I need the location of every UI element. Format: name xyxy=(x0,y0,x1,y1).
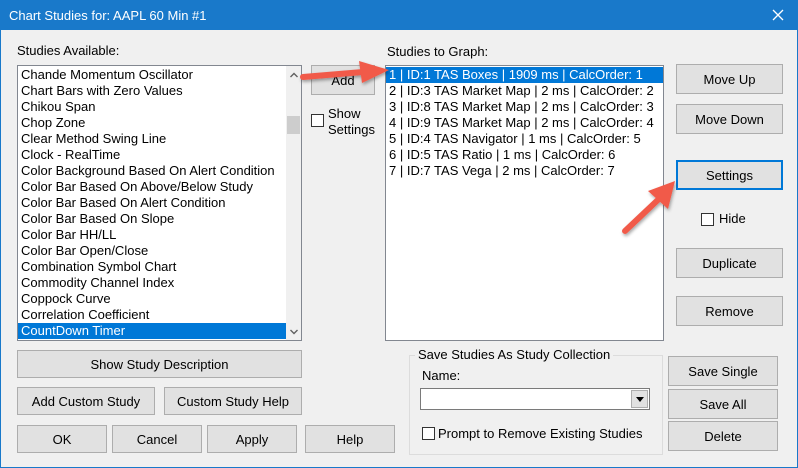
available-study-list-item[interactable]: Color Bar Based On Above/Below Study xyxy=(18,179,286,195)
available-study-list-item[interactable]: Color Bar Based On Alert Condition xyxy=(18,195,286,211)
available-study-list-item[interactable]: Color Bar HH/LL xyxy=(18,227,286,243)
available-study-list-item[interactable]: Combination Symbol Chart xyxy=(18,259,286,275)
graph-study-list-item[interactable]: 3 | ID:8 TAS Market Map | 2 ms | CalcOrd… xyxy=(386,99,663,115)
save-single-button[interactable]: Save Single xyxy=(668,356,778,386)
available-study-list-item[interactable]: Chikou Span xyxy=(18,99,286,115)
show-settings-checkbox[interactable] xyxy=(311,114,324,127)
available-study-list-item[interactable]: Correlation Coefficient xyxy=(18,307,286,323)
move-up-button[interactable]: Move Up xyxy=(676,64,783,94)
prompt-remove-label: Prompt to Remove Existing Studies xyxy=(438,426,643,441)
cancel-button[interactable]: Cancel xyxy=(112,425,202,453)
scroll-thumb[interactable] xyxy=(287,116,300,134)
close-icon xyxy=(772,9,784,21)
available-study-list-item[interactable]: Cumulative Adjusted Value xyxy=(18,339,286,340)
available-study-list-item[interactable]: Chart Bars with Zero Values xyxy=(18,83,286,99)
graph-study-list-item[interactable]: 5 | ID:4 TAS Navigator | 1 ms | CalcOrde… xyxy=(386,131,663,147)
available-study-list-item[interactable]: Clock - RealTime xyxy=(18,147,286,163)
scroll-down-button[interactable] xyxy=(286,324,301,339)
ok-button[interactable]: OK xyxy=(17,425,107,453)
apply-button[interactable]: Apply xyxy=(207,425,297,453)
add-custom-study-button[interactable]: Add Custom Study xyxy=(17,387,155,415)
studies-available-label: Studies Available: xyxy=(17,43,120,58)
hide-checkbox[interactable] xyxy=(701,213,714,226)
save-all-button[interactable]: Save All xyxy=(668,389,778,419)
studies-to-graph-label: Studies to Graph: xyxy=(387,44,489,59)
dropdown-arrow-icon xyxy=(635,396,644,402)
hide-label: Hide xyxy=(719,211,746,226)
show-study-description-button[interactable]: Show Study Description xyxy=(17,350,302,378)
studies-available-scrollbar[interactable] xyxy=(286,66,301,340)
title-bar: Chart Studies for: AAPL 60 Min #1 xyxy=(1,1,797,30)
available-study-list-item[interactable]: Commodity Channel Index xyxy=(18,275,286,291)
duplicate-button[interactable]: Duplicate xyxy=(676,248,783,278)
move-down-button[interactable]: Move Down xyxy=(676,104,783,134)
graph-study-list-item[interactable]: 6 | ID:5 TAS Ratio | 1 ms | CalcOrder: 6 xyxy=(386,147,663,163)
available-study-list-item[interactable]: Color Bar Open/Close xyxy=(18,243,286,259)
close-button[interactable] xyxy=(763,3,793,27)
help-button[interactable]: Help xyxy=(305,425,395,453)
custom-study-help-button[interactable]: Custom Study Help xyxy=(164,387,302,415)
available-study-list-item[interactable]: Chop Zone xyxy=(18,115,286,131)
show-settings-label: Show Settings xyxy=(328,106,375,137)
chart-studies-dialog: Chart Studies for: AAPL 60 Min #1 Studie… xyxy=(0,0,798,468)
available-study-list-item[interactable]: Chande Momentum Oscillator xyxy=(18,67,286,83)
studies-available-list[interactable]: Chande Momentum Oscillator Chart Bars wit… xyxy=(17,65,302,341)
prompt-remove-checkbox[interactable] xyxy=(422,427,435,440)
collection-name-dropdown-button[interactable] xyxy=(631,390,648,408)
available-study-list-item[interactable]: Clear Method Swing Line xyxy=(18,131,286,147)
graph-study-list-item[interactable]: 2 | ID:3 TAS Market Map | 2 ms | CalcOrd… xyxy=(386,83,663,99)
settings-button[interactable]: Settings xyxy=(676,160,783,190)
annotation-arrow-icon xyxy=(300,61,389,83)
study-collection-group-title: Save Studies As Study Collection xyxy=(415,347,614,362)
delete-button[interactable]: Delete xyxy=(668,421,778,451)
collection-name-combobox[interactable] xyxy=(420,388,650,410)
window-title: Chart Studies for: AAPL 60 Min #1 xyxy=(9,8,207,23)
available-study-list-item[interactable]: Coppock Curve xyxy=(18,291,286,307)
annotation-arrow-icon xyxy=(622,181,675,234)
collection-name-label: Name: xyxy=(422,368,461,383)
available-study-list-item[interactable]: Color Bar Based On Slope xyxy=(18,211,286,227)
graph-study-list-item[interactable]: 1 | ID:1 TAS Boxes | 1909 ms | CalcOrder… xyxy=(386,67,663,83)
available-study-list-item[interactable]: CountDown Timer xyxy=(18,323,286,339)
scroll-down-arrow-icon xyxy=(289,329,298,334)
remove-button[interactable]: Remove xyxy=(676,296,783,326)
graph-study-list-item[interactable]: 4 | ID:9 TAS Market Map | 2 ms | CalcOrd… xyxy=(386,115,663,131)
available-study-list-item[interactable]: Color Background Based On Alert Conditio… xyxy=(18,163,286,179)
